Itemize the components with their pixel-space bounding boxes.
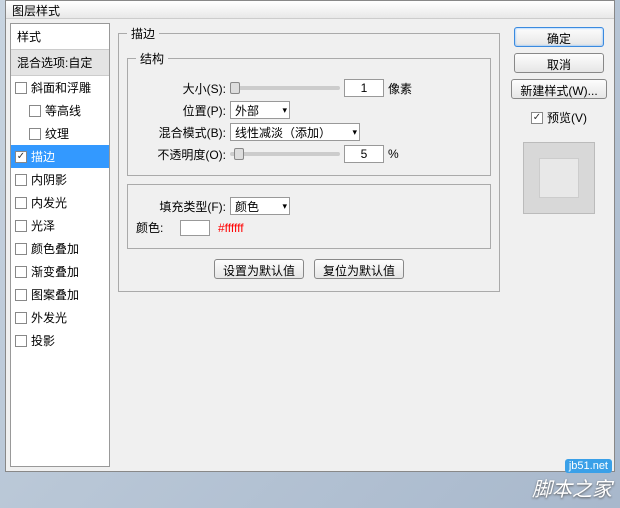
opacity-unit: % xyxy=(388,147,399,161)
stroke-legend: 描边 xyxy=(127,25,159,42)
watermark-logo: jb51.net xyxy=(565,459,612,473)
sidebar-item-6[interactable]: 光泽 xyxy=(11,214,109,237)
color-label: 颜色: xyxy=(136,219,176,236)
watermark-text: 脚本之家 xyxy=(532,479,612,501)
blendmode-label: 混合模式(B): xyxy=(136,124,226,141)
set-default-button[interactable]: 设置为默认值 xyxy=(214,259,304,279)
checkbox-icon[interactable] xyxy=(29,105,41,117)
sidebar-item-10[interactable]: 外发光 xyxy=(11,306,109,329)
right-panel: 确定 取消 新建样式(W)... ✓ 预览(V) xyxy=(504,19,614,471)
main-panel: 描边 结构 大小(S): 1 像素 位置(P): 外部 混合模式(B): xyxy=(114,19,504,471)
cancel-button[interactable]: 取消 xyxy=(514,53,604,73)
watermark: jb51.net 脚本之家 xyxy=(532,458,612,502)
sidebar-item-0[interactable]: 斜面和浮雕 xyxy=(11,76,109,99)
sidebar-item-label: 投影 xyxy=(31,332,55,349)
checkbox-icon[interactable] xyxy=(15,220,27,232)
sidebar-item-2[interactable]: 纹理 xyxy=(11,122,109,145)
sidebar-item-11[interactable]: 投影 xyxy=(11,329,109,352)
checkbox-icon[interactable] xyxy=(15,266,27,278)
checkbox-icon[interactable] xyxy=(29,128,41,140)
checkbox-icon[interactable] xyxy=(15,243,27,255)
fill-group: 填充类型(F): 颜色 颜色: #ffffff xyxy=(127,184,491,249)
structure-legend: 结构 xyxy=(136,50,168,67)
checkbox-icon[interactable] xyxy=(15,289,27,301)
sidebar-item-label: 斜面和浮雕 xyxy=(31,79,91,96)
sidebar-item-label: 等高线 xyxy=(45,102,81,119)
opacity-label: 不透明度(O): xyxy=(136,146,226,163)
sidebar-item-label: 纹理 xyxy=(45,125,69,142)
preview-label: 预览(V) xyxy=(547,109,587,126)
sidebar-item-label: 颜色叠加 xyxy=(31,240,79,257)
stroke-group: 描边 结构 大小(S): 1 像素 位置(P): 外部 混合模式(B): xyxy=(118,25,500,292)
sidebar-item-7[interactable]: 颜色叠加 xyxy=(11,237,109,260)
position-label: 位置(P): xyxy=(136,102,226,119)
filltype-combo[interactable]: 颜色 xyxy=(230,197,290,215)
ok-button[interactable]: 确定 xyxy=(514,27,604,47)
new-style-button[interactable]: 新建样式(W)... xyxy=(511,79,606,99)
checkbox-icon[interactable] xyxy=(15,197,27,209)
size-input[interactable]: 1 xyxy=(344,79,384,97)
checkbox-icon[interactable]: ✓ xyxy=(15,151,27,163)
size-unit: 像素 xyxy=(388,80,412,97)
dialog-body: 样式 混合选项:自定 斜面和浮雕等高线纹理 ✓ 描边内阴影内发光光泽颜色叠加渐变叠加… xyxy=(6,19,614,471)
checkbox-icon[interactable] xyxy=(15,335,27,347)
sidebar-item-label: 内阴影 xyxy=(31,171,67,188)
sidebar-item-8[interactable]: 渐变叠加 xyxy=(11,260,109,283)
opacity-slider[interactable] xyxy=(230,152,340,156)
sidebar-item-label: 外发光 xyxy=(31,309,67,326)
sidebar-item-1[interactable]: 等高线 xyxy=(11,99,109,122)
sidebar-header: 样式 xyxy=(11,24,109,50)
sidebar-item-9[interactable]: 图案叠加 xyxy=(11,283,109,306)
size-slider[interactable] xyxy=(230,86,340,90)
layer-style-dialog: 图层样式 样式 混合选项:自定 斜面和浮雕等高线纹理 ✓ 描边内阴影内发光光泽颜色叠… xyxy=(5,0,615,472)
filltype-label: 填充类型(F): xyxy=(136,198,226,215)
sidebar-item-3[interactable]: ✓ 描边 xyxy=(11,145,109,168)
opacity-input[interactable]: 5 xyxy=(344,145,384,163)
preview-thumbnail xyxy=(523,142,595,214)
color-hex: #ffffff xyxy=(218,221,244,235)
reset-default-button[interactable]: 复位为默认值 xyxy=(314,259,404,279)
preview-checkbox[interactable]: ✓ xyxy=(531,112,543,124)
sidebar-item-label: 光泽 xyxy=(31,217,55,234)
sidebar-item-label: 渐变叠加 xyxy=(31,263,79,280)
structure-group: 结构 大小(S): 1 像素 位置(P): 外部 混合模式(B): 线性减淡（添… xyxy=(127,50,491,176)
sidebar-item-5[interactable]: 内发光 xyxy=(11,191,109,214)
blend-options-item[interactable]: 混合选项:自定 xyxy=(11,50,109,76)
blendmode-combo[interactable]: 线性减淡（添加） xyxy=(230,123,360,141)
position-combo[interactable]: 外部 xyxy=(230,101,290,119)
color-swatch[interactable] xyxy=(180,220,210,236)
sidebar-item-4[interactable]: 内阴影 xyxy=(11,168,109,191)
checkbox-icon[interactable] xyxy=(15,174,27,186)
size-label: 大小(S): xyxy=(136,80,226,97)
sidebar-item-label: 描边 xyxy=(31,148,55,165)
checkbox-icon[interactable] xyxy=(15,82,27,94)
dialog-title: 图层样式 xyxy=(6,1,614,19)
styles-sidebar: 样式 混合选项:自定 斜面和浮雕等高线纹理 ✓ 描边内阴影内发光光泽颜色叠加渐变叠加… xyxy=(10,23,110,467)
sidebar-item-label: 图案叠加 xyxy=(31,286,79,303)
sidebar-item-label: 内发光 xyxy=(31,194,67,211)
checkbox-icon[interactable] xyxy=(15,312,27,324)
